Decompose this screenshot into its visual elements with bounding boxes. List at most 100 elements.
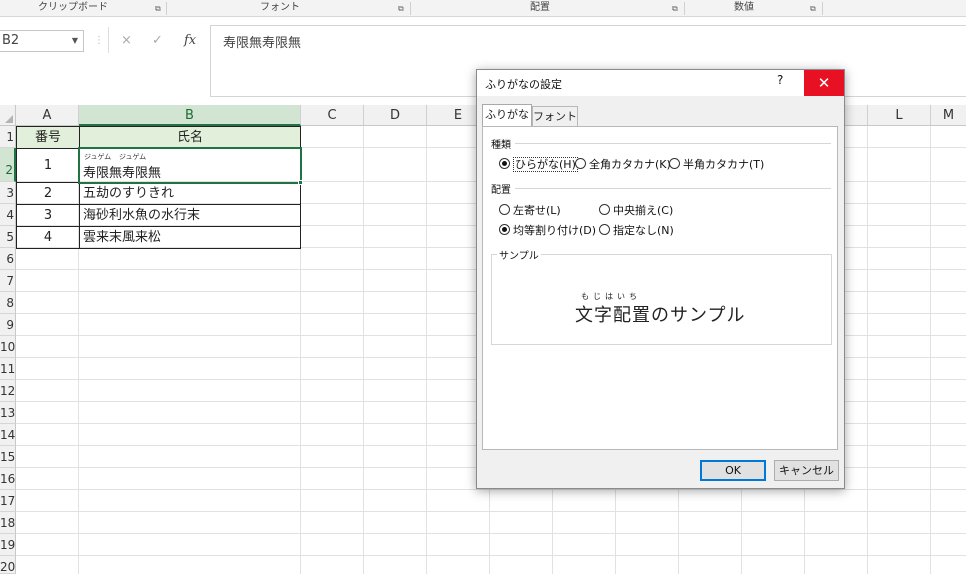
- gridline: [16, 533, 966, 534]
- table-cell-name[interactable]: 五劫のすりきれ: [79, 182, 301, 205]
- gridline: [867, 126, 868, 574]
- row-header-9[interactable]: 9: [0, 314, 16, 336]
- table-header-name[interactable]: 氏名: [79, 126, 301, 149]
- column-header-L[interactable]: L: [868, 105, 931, 126]
- alignment-launcher-icon[interactable]: ⧉: [672, 4, 678, 14]
- name-box-value: B2: [2, 33, 20, 48]
- formula-bar-grip-icon: ⋮: [94, 35, 104, 46]
- close-icon: ✕: [817, 74, 831, 92]
- row-header-6[interactable]: 6: [0, 248, 16, 270]
- row-header-1[interactable]: 1: [0, 126, 16, 148]
- row-header-2[interactable]: 2: [0, 148, 16, 182]
- radio-hiragana[interactable]: ひらがな(H): [499, 156, 578, 172]
- name-box-dropdown-icon[interactable]: ▼: [72, 31, 78, 51]
- tab-panel: 種類 ひらがな(H) 全角カタカナ(K) 半角カタカナ(T) 配置 左寄せ(L)…: [482, 126, 838, 450]
- radio-halfwidth-katakana[interactable]: 半角カタカナ(T): [669, 156, 764, 172]
- radio-icon: [499, 204, 510, 215]
- radio-icon: [669, 158, 680, 169]
- furigana-settings-dialog: ふりがなの設定 ? ✕ ふりがな フォント 種類 ひらがな(H) 全角カタカナ(…: [476, 69, 845, 489]
- cancel-icon[interactable]: ×: [121, 30, 132, 52]
- gridline: [16, 555, 966, 556]
- ok-button[interactable]: OK: [700, 460, 766, 481]
- row-header-13[interactable]: 13: [0, 402, 16, 424]
- ribbon-group-labels: クリップボード ⧉ フォント ⧉ 配置 ⧉ 数値 ⧉: [0, 0, 966, 17]
- gridline: [363, 126, 364, 574]
- radio-align-distributed[interactable]: 均等割り付け(D): [499, 222, 596, 238]
- radio-align-none[interactable]: 指定なし(N): [599, 222, 674, 238]
- column-header-C[interactable]: C: [301, 105, 364, 126]
- fill-handle[interactable]: [298, 180, 303, 185]
- table-header-no[interactable]: 番号: [16, 126, 80, 149]
- radio-icon: [599, 224, 610, 235]
- align-group-label: 配置: [491, 185, 511, 196]
- table-cell-no[interactable]: 4: [16, 226, 80, 249]
- ribbon-group-alignment: 配置: [530, 2, 550, 13]
- row-header-10[interactable]: 10: [0, 336, 16, 358]
- row-header-11[interactable]: 11: [0, 358, 16, 380]
- column-header-A[interactable]: A: [16, 105, 79, 126]
- ribbon-group-number: 数値: [734, 2, 754, 13]
- table-cell-no[interactable]: 1: [16, 148, 80, 183]
- sample-box: [491, 254, 832, 345]
- row-header-3[interactable]: 3: [0, 182, 16, 204]
- row-header-18[interactable]: 18: [0, 512, 16, 534]
- row-header-12[interactable]: 12: [0, 380, 16, 402]
- table-cell-name[interactable]: 海砂利水魚の水行末: [79, 204, 301, 227]
- help-button[interactable]: ?: [777, 73, 783, 87]
- formula-content: 寿限無寿限無: [223, 36, 302, 51]
- name-box[interactable]: B2 ▼: [0, 30, 84, 52]
- type-group-label: 種類: [491, 140, 511, 151]
- close-button[interactable]: ✕: [804, 70, 844, 96]
- row-header-14[interactable]: 14: [0, 424, 16, 446]
- row-header-8[interactable]: 8: [0, 292, 16, 314]
- tab-font[interactable]: フォント: [532, 106, 578, 126]
- radio-icon: [575, 158, 586, 169]
- radio-icon: [599, 204, 610, 215]
- row-header-7[interactable]: 7: [0, 270, 16, 292]
- table-cell-no[interactable]: 3: [16, 204, 80, 227]
- insert-function-icon[interactable]: fx: [184, 30, 196, 52]
- radio-align-center[interactable]: 中央揃え(C): [599, 202, 673, 218]
- row-header-4[interactable]: 4: [0, 204, 16, 226]
- radio-selected-icon: [499, 158, 510, 169]
- gridline: [426, 126, 427, 574]
- table-cell-no[interactable]: 2: [16, 182, 80, 205]
- column-header-M[interactable]: M: [931, 105, 966, 126]
- radio-align-left[interactable]: 左寄せ(L): [499, 202, 561, 218]
- number-launcher-icon[interactable]: ⧉: [810, 4, 816, 14]
- ribbon-separator: [410, 2, 411, 15]
- ribbon-separator: [684, 2, 685, 15]
- gridline: [16, 511, 966, 512]
- column-header-B[interactable]: B: [79, 105, 301, 126]
- tab-furigana[interactable]: ふりがな: [482, 104, 532, 127]
- ribbon-group-clipboard: クリップボード: [38, 2, 108, 13]
- select-all-corner[interactable]: [0, 105, 16, 126]
- row-header-15[interactable]: 15: [0, 446, 16, 468]
- gridline: [930, 126, 931, 574]
- column-header-D[interactable]: D: [364, 105, 427, 126]
- sample-label: サンプル: [497, 247, 541, 262]
- formula-bar-divider: [108, 27, 109, 53]
- table-cell-name[interactable]: 雲来末風来松: [79, 226, 301, 249]
- group-divider: [515, 143, 831, 144]
- ribbon-separator: [822, 2, 823, 15]
- row-header-16[interactable]: 16: [0, 468, 16, 490]
- radio-selected-icon: [499, 224, 510, 235]
- ribbon-group-font: フォント: [260, 2, 300, 13]
- row-header-20[interactable]: 20: [0, 556, 16, 574]
- active-cell-outline: [78, 147, 302, 184]
- gridline: [16, 489, 966, 490]
- row-header-19[interactable]: 19: [0, 534, 16, 556]
- sample-text: 文字配置のサンプル: [575, 305, 746, 326]
- dialog-title: ふりがなの設定: [485, 78, 562, 91]
- dialog-titlebar[interactable]: ふりがなの設定 ? ✕: [477, 70, 844, 96]
- radio-fullwidth-katakana[interactable]: 全角カタカナ(K): [575, 156, 671, 172]
- ribbon-separator: [166, 2, 167, 15]
- group-divider: [515, 188, 831, 189]
- row-header-17[interactable]: 17: [0, 490, 16, 512]
- font-launcher-icon[interactable]: ⧉: [398, 4, 404, 14]
- clipboard-launcher-icon[interactable]: ⧉: [155, 4, 161, 14]
- enter-icon[interactable]: ✓: [152, 30, 163, 52]
- cancel-button[interactable]: キャンセル: [774, 460, 839, 481]
- row-header-5[interactable]: 5: [0, 226, 16, 248]
